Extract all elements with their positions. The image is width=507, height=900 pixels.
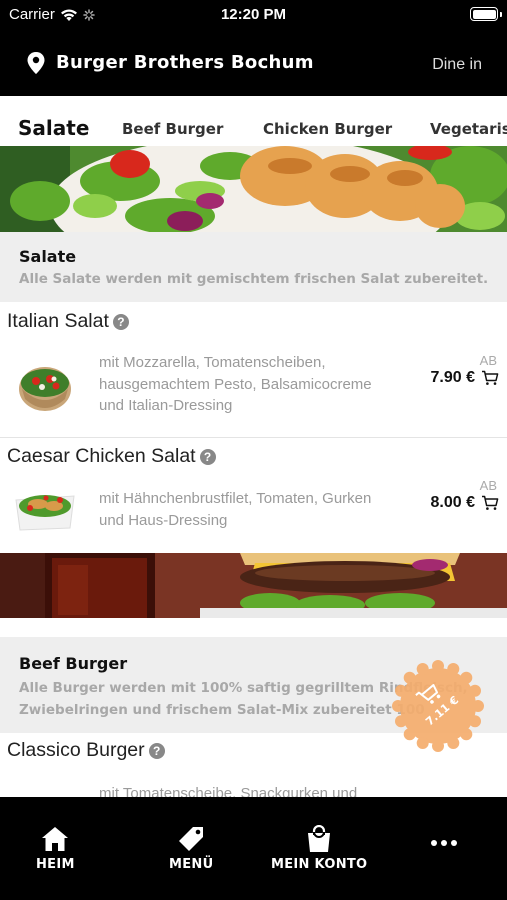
section-title: Beef Burger [19,654,128,673]
product-name: Caesar Chicken Salat ? [7,445,216,468]
section-description-line: Zwiebelringen und frischem Salat-Mix zub… [19,702,425,718]
nav-menu-label: MENÜ [169,857,214,872]
desc-line: und Haus-Dressing [99,511,228,529]
tab-vegetarisch[interactable]: Vegetarisch [430,120,507,138]
nav-home-label: HEIM [36,857,75,872]
nav-account-label: MEIN KONTO [271,857,368,872]
section-description: Alle Salate werden mit gemischtem frisch… [19,271,489,287]
product-description: mit Tomatenscheibe, Snackgurken und [99,783,399,797]
price-value: 7.90 € [430,369,475,386]
shopping-bag-icon [308,825,331,852]
info-icon[interactable]: ? [148,742,165,759]
tab-chicken-burger[interactable]: Chicken Burger [263,120,392,138]
product-name-text: Caesar Chicken Salat [7,445,196,467]
product-name: Italian Salat ? [7,310,129,333]
desc-line: mit Mozzarella, Tomatenscheiben, [99,354,326,371]
product-item-italian-salat[interactable]: Italian Salat ? mit Mozzarella, Tomatens… [0,302,507,437]
product-name-text: Italian Salat [7,310,109,332]
battery-tip [500,12,502,17]
dine-in-toggle[interactable]: Dine in [432,56,482,74]
nav-menu[interactable]: MENÜ [169,825,213,872]
product-name-text: Classico Burger [7,739,145,761]
desc-line: mit Hähnchenbrustfilet, Tomaten, Gurken [99,490,372,507]
price[interactable]: 8.00 € [431,494,499,512]
caesar-salat-thumbnail [15,495,75,531]
nav-home[interactable]: HEIM [36,825,75,872]
price-value: 8.00 € [430,494,475,511]
cart-icon[interactable] [481,370,499,386]
info-icon[interactable]: ? [112,313,129,330]
clock: 12:20 PM [220,6,287,23]
price-prefix: AB [479,353,497,368]
category-tabs: Salate Beef Burger Chicken Burger Vegeta… [0,96,507,146]
battery-icon [470,7,498,21]
price-prefix: AB [479,478,497,493]
nav-account[interactable]: MEIN KONTO [271,825,367,872]
cart-icon[interactable] [481,495,499,511]
italian-salat-thumbnail [19,367,71,411]
store-name[interactable]: Burger Brothers Bochum [56,52,314,73]
tab-salate[interactable]: Salate [18,116,89,140]
product-name: Classico Burger ? [7,739,165,762]
app-header: Burger Brothers Bochum Dine in [0,30,507,96]
product-description: mit Mozzarella, Tomatenscheiben, hausgem… [99,352,399,417]
bottom-navigation: HEIM MENÜ MEIN KONTO [0,797,507,900]
salad-banner-image [0,146,507,232]
desc-line: und Italian-Dressing [99,397,233,414]
more-dots-icon [431,840,457,846]
product-item-caesar-chicken-salat[interactable]: Caesar Chicken Salat ? mit Hähnchenbrust… [0,438,507,553]
desc-line: hausgemachtem Pesto, Balsamicocreme [99,375,372,393]
price[interactable]: 7.90 € [431,369,499,387]
location-pin-icon[interactable] [26,51,46,75]
home-icon [42,827,69,851]
section-header-salate: Salate Alle Salate werden mit gemischtem… [0,232,507,302]
section-title: Salate [19,247,77,266]
tab-beef-burger[interactable]: Beef Burger [122,120,223,138]
tag-icon [179,827,204,851]
info-icon[interactable]: ? [199,448,216,465]
desc-line: mit Tomatenscheibe, Snackgurken und [99,785,358,797]
nav-more[interactable] [430,839,458,851]
burger-banner-image [0,553,507,618]
floating-cart-button[interactable]: 7.11 € [392,660,484,752]
product-description: mit Hähnchenbrustfilet, Tomaten, Gurken … [99,488,399,531]
status-bar: Carrier 12:20 PM [0,0,507,30]
